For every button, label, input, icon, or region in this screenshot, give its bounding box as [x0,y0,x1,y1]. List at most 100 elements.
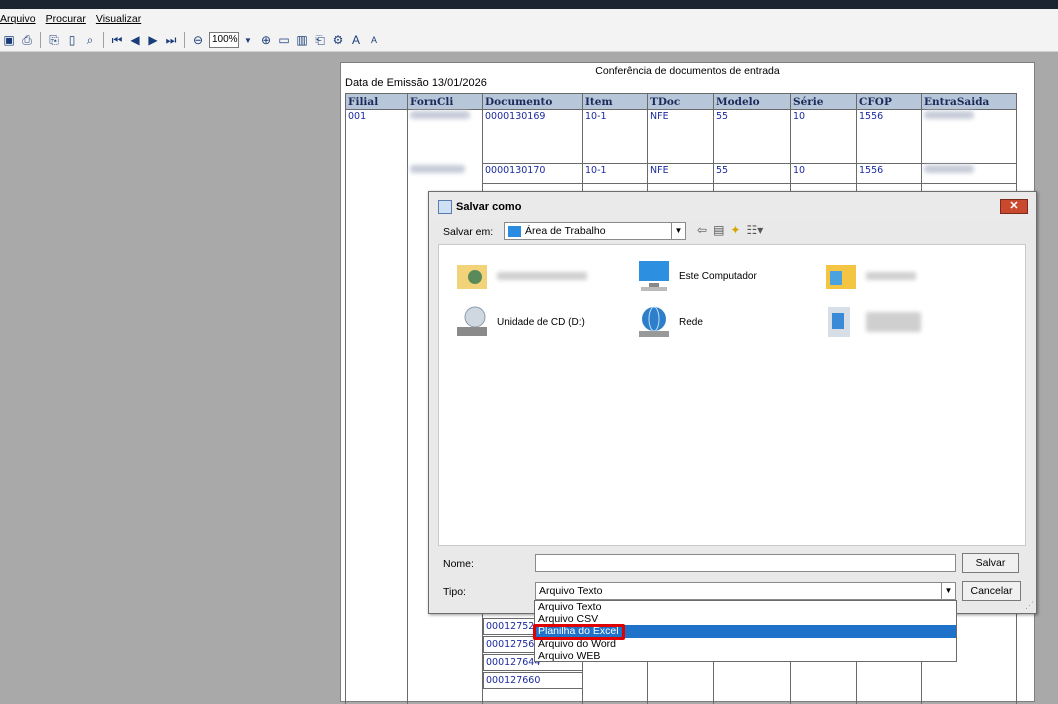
cell-empty [345,183,408,704]
window-title-strip [0,0,1058,9]
save-in-select[interactable]: Área de Trabalho ▼ [504,222,686,240]
column-header: EntraSaida [921,93,1017,110]
table-row: 001 0000130169 10-1 NFE 55 10 1556 [345,109,1017,164]
cell-tdoc: NFE [647,163,714,184]
cell-filial [345,163,408,184]
network-icon [639,306,669,337]
binoculars-icon[interactable]: ⌕ [82,31,98,49]
column-header: CFOP [856,93,922,110]
save-dialog-icon [438,199,452,214]
up-folder-icon[interactable]: ▤ [713,223,724,237]
save-in-value: Área de Trabalho [525,225,606,237]
cell-cfop: 1556 [856,163,922,184]
single-page-icon[interactable]: ▭ [276,31,292,49]
table-row: 0000130170 10-1 NFE 55 10 1556 [345,163,1017,184]
menu-arquivo[interactable]: Arquivo [0,13,41,25]
list-item-folder[interactable] [822,303,921,341]
first-page-icon[interactable]: ⏮ [109,31,125,49]
option-arquivo-word[interactable]: Arquivo do Word [535,638,956,650]
list-item-cd-drive[interactable]: Unidade de CD (D:) [453,303,585,341]
blurred-label [866,312,921,332]
save-as-dialog: Salvar como ✕ Salvar em: Área de Trabalh… [428,191,1037,614]
type-label: Tipo: [443,586,466,598]
cell-modelo: 55 [713,163,791,184]
toolbar-separator [103,32,104,48]
column-header: TDoc [647,93,714,110]
dialog-title-bar: Salvar como [429,192,1036,221]
chevron-down-icon: ▼ [941,583,955,599]
folder-icon [828,307,850,337]
file-list: Este Computador Unidade de CD (D:) Rede [438,244,1026,546]
print-setup-icon[interactable]: ⎘ [46,31,62,49]
computer-icon [639,261,669,291]
font-decrease-icon[interactable]: A [366,31,382,49]
file-type-dropdown-list: Arquivo Texto Arquivo CSV Planilha do Ex… [534,600,957,662]
file-type-select[interactable]: Arquivo Texto ▼ [535,582,956,600]
menu-procurar[interactable]: Procurar [41,13,91,25]
cell-modelo: 55 [713,109,791,164]
zoom-level-input[interactable]: 100% [209,32,239,48]
cell-item: 10-1 [582,163,648,184]
option-planilha-excel[interactable]: Planilha do Excel [535,625,956,638]
chevron-down-icon: ▼ [671,223,685,239]
dialog-nav-icons: ⇦ ▤ ✦ ☷▾ [697,223,763,237]
back-icon[interactable]: ⇦ [697,223,707,237]
cancel-button[interactable]: Cancelar [962,581,1021,601]
save-button[interactable]: Salvar [962,553,1019,573]
column-header: FornCli [407,93,483,110]
resize-grip-icon[interactable]: ⋰ [1025,600,1034,611]
desktop-folder-icon [508,225,521,237]
save-icon[interactable]: ▣ [1,31,17,49]
new-folder-icon[interactable]: ✦ [730,223,740,237]
zoom-in-icon[interactable]: ⊕ [258,31,274,49]
menu-visualizar[interactable]: Visualizar [91,13,146,25]
cell-entrasaida-redacted [921,163,1017,184]
list-item-user-folder[interactable] [453,257,587,295]
cell-documento: 0000130169 [482,109,583,164]
column-header: Série [790,93,857,110]
two-page-icon[interactable]: ▥ [294,31,310,49]
blurred-label [497,272,587,280]
cell-documento: 000127660 [483,672,583,689]
column-header: Modelo [713,93,791,110]
next-page-icon[interactable]: ▶ [145,31,161,49]
cell-entrasaida-redacted [921,109,1017,164]
option-arquivo-web[interactable]: Arquivo WEB [535,650,956,662]
properties-icon[interactable]: ⚙ [330,31,346,49]
zoom-dropdown-icon[interactable]: ▼ [240,31,256,49]
print-icon[interactable]: ⎙ [19,31,35,49]
toolbar-separator [184,32,185,48]
file-type-value: Arquivo Texto [539,585,603,597]
cell-filial: 001 [345,109,408,164]
cd-drive-icon [457,306,487,336]
report-title: Conferência de documentos de entrada [595,65,780,77]
item-label: Rede [679,316,703,328]
page-icon[interactable]: ▯ [64,31,80,49]
column-header: Item [582,93,648,110]
option-arquivo-csv[interactable]: Arquivo CSV [535,613,956,625]
column-header: Documento [482,93,583,110]
library-folder-icon [826,265,856,289]
toolbar: ▣ ⎙ ⎘ ▯ ⌕ ⏮ ◀ ▶ ⏭ ⊖ 100% ▼ ⊕ ▭ ▥ ⎗ ⚙ A A [0,29,1058,52]
cell-forncli-redacted [407,163,483,184]
list-item-rede[interactable]: Rede [635,303,703,341]
item-label: Unidade de CD (D:) [497,316,585,328]
last-page-icon[interactable]: ⏭ [163,31,179,49]
item-label: Este Computador [679,270,757,282]
cell-serie: 10 [790,109,857,164]
user-folder-icon [457,265,487,289]
list-item-library[interactable] [822,257,916,295]
export-icon[interactable]: ⎗ [312,31,328,49]
zoom-out-icon[interactable]: ⊖ [190,31,206,49]
close-button[interactable]: ✕ [1000,199,1028,214]
previous-page-icon[interactable]: ◀ [127,31,143,49]
option-arquivo-texto[interactable]: Arquivo Texto [535,601,956,613]
view-menu-icon[interactable]: ☷▾ [746,223,763,237]
font-increase-icon[interactable]: A [348,31,364,49]
file-name-input[interactable] [535,554,956,572]
cell-forncli-redacted [407,109,483,164]
report-emission-date: Data de Emissão 13/01/2026 [345,77,487,89]
cell-serie: 10 [790,163,857,184]
save-in-label: Salvar em: [443,226,494,238]
list-item-este-computador[interactable]: Este Computador [635,257,757,295]
